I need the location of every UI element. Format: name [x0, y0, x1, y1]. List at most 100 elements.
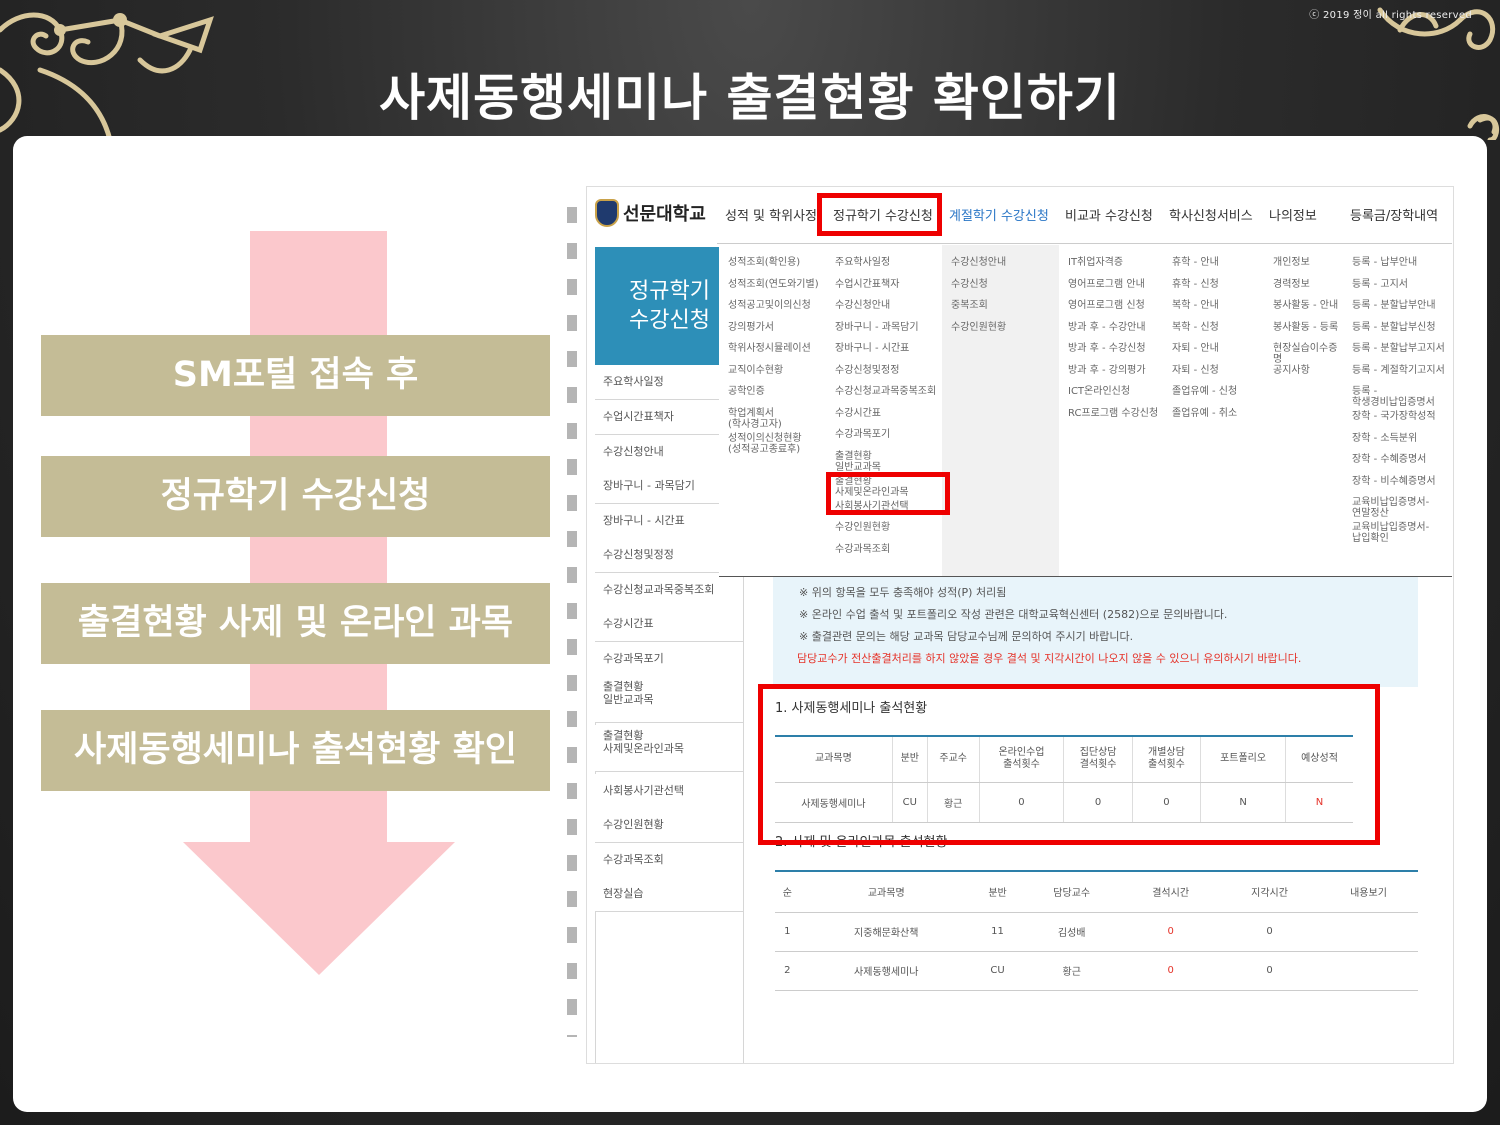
mega-menu-item[interactable]: 성적이의신청현황 (성적공고종료후) [728, 433, 802, 455]
mega-menu-item[interactable]: 수강신청안내 [835, 300, 890, 311]
mega-menu-item[interactable]: 방과 후 - 강의평가 [1068, 365, 1146, 376]
mega-menu-item[interactable]: 영어프로그램 안내 [1068, 279, 1145, 290]
mega-menu-item[interactable]: 수강신청및정정 [835, 365, 899, 376]
mega-menu-item[interactable]: 복학 - 안내 [1172, 300, 1219, 311]
table-cell: 1 [775, 912, 800, 952]
mega-menu-item[interactable]: 봉사활동 - 안내 [1273, 300, 1338, 311]
mega-menu-item[interactable]: 졸업유예 - 취소 [1172, 408, 1237, 419]
university-seal-icon [595, 199, 619, 227]
mega-menu-item[interactable]: 장학 - 소득분위 [1352, 433, 1417, 444]
sidebar-item[interactable]: 수강과목포기 [595, 642, 743, 677]
mega-menu-item[interactable]: 수업시간표책자 [835, 279, 899, 290]
mega-menu-item[interactable]: RC프로그램 수강신청 [1068, 408, 1158, 419]
mega-menu-item[interactable]: 학업계획서 (학사경고자) [728, 408, 782, 430]
column-header: 교과목명 [799, 870, 973, 913]
mega-menu-column: 휴학 - 안내휴학 - 신청복학 - 안내복학 - 신청자퇴 - 안내자퇴 - … [1163, 245, 1264, 576]
topnav-my-info[interactable]: 나의정보 [1269, 205, 1317, 224]
mega-menu-item[interactable]: 등록 - 학생경비납입증명서 [1352, 386, 1435, 408]
table-row[interactable]: 2 사제동행세미나 CU 황근 0 0 [775, 951, 1418, 991]
mega-menu-item[interactable]: 장학 - 비수혜증명서 [1352, 476, 1436, 487]
sidebar-item[interactable]: 출결현황 사제및온라인과목 [595, 725, 743, 772]
mega-menu-item[interactable]: 졸업유예 - 신청 [1172, 386, 1237, 397]
mega-menu-item[interactable]: 성적조회(확인용) [728, 257, 800, 268]
mega-menu-item[interactable]: 학위사정시뮬레이션 [728, 343, 811, 354]
topnav-academic-services[interactable]: 학사신청서비스 [1169, 205, 1253, 224]
sidebar-item[interactable]: 수강신청교과목중복조회 [595, 573, 743, 608]
mega-menu-item[interactable]: 장바구니 - 과목담기 [835, 322, 919, 333]
mega-menu-item[interactable]: 등록 - 고지서 [1352, 279, 1408, 290]
sidebar-item[interactable]: 수강과목조회 [595, 843, 743, 878]
mega-menu-item[interactable]: 출결현황 일반교과목 [835, 451, 881, 473]
mega-menu-item[interactable]: 휴학 - 신청 [1172, 279, 1219, 290]
mega-menu-item[interactable]: 교직이수현황 [728, 365, 783, 376]
mega-menu-item[interactable]: 공지사항 [1273, 365, 1310, 376]
mega-menu-item[interactable]: 자퇴 - 신청 [1172, 365, 1219, 376]
mega-menu-item[interactable]: 수강과목포기 [835, 429, 890, 440]
table-cell: 11 [972, 912, 1023, 952]
mega-menu-item[interactable]: 수강신청교과목중복조회 [835, 386, 936, 397]
mega-menu-item[interactable]: 자퇴 - 안내 [1172, 343, 1219, 354]
dashed-divider [567, 207, 577, 1037]
mega-menu-column: IT취업자격증영어프로그램 안내영어프로그램 신청방과 후 - 수강안내방과 후… [1059, 245, 1163, 576]
table-cell: 지중해문화산책 [799, 912, 973, 952]
mega-menu-item[interactable]: 주요학사일정 [835, 257, 890, 268]
step-3: 출결현황 사제 및 온라인 과목 [41, 583, 550, 664]
mega-menu-column: 주요학사일정수업시간표책자수강신청안내장바구니 - 과목담기장바구니 - 시간표… [826, 245, 942, 576]
mega-menu-item[interactable]: 교육비납입증명서- 납입확인 [1352, 522, 1429, 544]
notice-line-2: ※ 온라인 수업 출석 및 포트폴리오 작성 관련은 대학교육혁신센터 (258… [799, 608, 1228, 621]
mega-menu-item[interactable]: 봉사활동 - 등록 [1273, 322, 1338, 333]
column-header: 순 [775, 870, 800, 913]
topnav-extracurricular[interactable]: 비교과 수강신청 [1065, 205, 1153, 224]
mega-menu-item[interactable]: 수강인원현황 [835, 522, 890, 533]
sidebar-item[interactable]: 수강인원현황 [595, 808, 743, 843]
mega-menu-item[interactable]: 등록 - 계절학기고지서 [1352, 365, 1445, 376]
table-row[interactable]: 1 지중해문화산책 11 김성배 0 0 [775, 912, 1418, 952]
topnav-seasonal-registration[interactable]: 계절학기 수강신청 [949, 205, 1049, 224]
mega-menu-item[interactable]: 교육비납입증명서- 연말정산 [1352, 497, 1429, 519]
notice-box: ※ 위의 항목을 모두 충족해야 성적(P) 처리됨 ※ 온라인 수업 출석 및… [773, 577, 1418, 687]
table-cell: CU [972, 951, 1023, 991]
sidebar-item[interactable]: 현장실습 [595, 877, 743, 912]
mega-menu-item[interactable]: 등록 - 분할납부안내 [1352, 300, 1436, 311]
mega-menu-item[interactable]: 수강인원현황 [951, 322, 1006, 333]
table-cell: 0 [1220, 912, 1320, 952]
topnav-tuition-scholarship[interactable]: 등록금/장학내역 [1350, 205, 1438, 224]
mega-menu-item[interactable]: 성적조회(연도와기별) [728, 279, 819, 290]
table-cell[interactable] [1319, 951, 1418, 991]
mega-menu-item[interactable]: 수강과목조회 [835, 544, 890, 555]
mega-menu-item[interactable]: 수강신청안내 [951, 257, 1006, 268]
mega-menu-item[interactable]: 장학 - 국가장학성적 [1352, 411, 1436, 422]
mega-menu-item[interactable]: 현장실습이수증명 [1273, 343, 1343, 365]
mega-menu-item[interactable]: 장바구니 - 시간표 [835, 343, 909, 354]
mega-menu-item[interactable]: 성적공고및이의신청 [728, 300, 811, 311]
table-cell[interactable] [1319, 912, 1418, 952]
sidebar-item[interactable]: 수강시간표 [595, 607, 743, 642]
mega-menu-item[interactable]: 복학 - 신청 [1172, 322, 1219, 333]
mega-menu-item[interactable]: 강의평가서 [728, 322, 774, 333]
mega-menu-item[interactable]: 등록 - 분할납부신청 [1352, 322, 1436, 333]
mega-menu-item[interactable]: ICT온라인신청 [1068, 386, 1130, 397]
mega-menu-item[interactable]: IT취업자격증 [1068, 257, 1123, 268]
online-attendance-table: 순 교과목명 분반 담당교수 결석시간 지각시간 내용보기 1 지중해문화산책 11 김성배 0 0 2… [775, 870, 1418, 991]
mega-menu-item[interactable]: 등록 - 납부안내 [1352, 257, 1417, 268]
mega-menu-item[interactable]: 방과 후 - 수강안내 [1068, 322, 1146, 333]
mega-menu-item[interactable]: 개인정보 [1273, 257, 1310, 268]
mega-menu-item[interactable]: 방과 후 - 수강신청 [1068, 343, 1146, 354]
table-cell: 사제동행세미나 [799, 951, 973, 991]
mega-menu-item[interactable]: 중복조회 [951, 300, 988, 311]
mega-menu-item[interactable]: 경력정보 [1273, 279, 1310, 290]
notice-line-1: ※ 위의 항목을 모두 충족해야 성적(P) 처리됨 [799, 586, 1007, 599]
sidebar-item[interactable]: 출결현황 일반교과목 [595, 676, 743, 723]
topnav-grades[interactable]: 성적 및 학위사정 [725, 205, 817, 224]
mega-menu-item[interactable]: 영어프로그램 신청 [1068, 300, 1145, 311]
mega-menu-item[interactable]: 휴학 - 안내 [1172, 257, 1219, 268]
mega-menu-item[interactable]: 등록 - 분할납부고지서 [1352, 343, 1445, 354]
mega-menu-item[interactable]: 장학 - 수혜증명서 [1352, 454, 1426, 465]
mega-menu-item[interactable]: 공학인증 [728, 386, 765, 397]
mega-menu-item[interactable]: 수강신청 [951, 279, 988, 290]
topnav-divider [717, 243, 1452, 244]
university-logo[interactable]: 선문대학교 [595, 199, 706, 227]
mega-menu-item[interactable]: 수강시간표 [835, 408, 881, 419]
sidebar-item[interactable]: 사회봉사기관선택 [595, 774, 743, 809]
column-header: 분반 [972, 870, 1023, 913]
